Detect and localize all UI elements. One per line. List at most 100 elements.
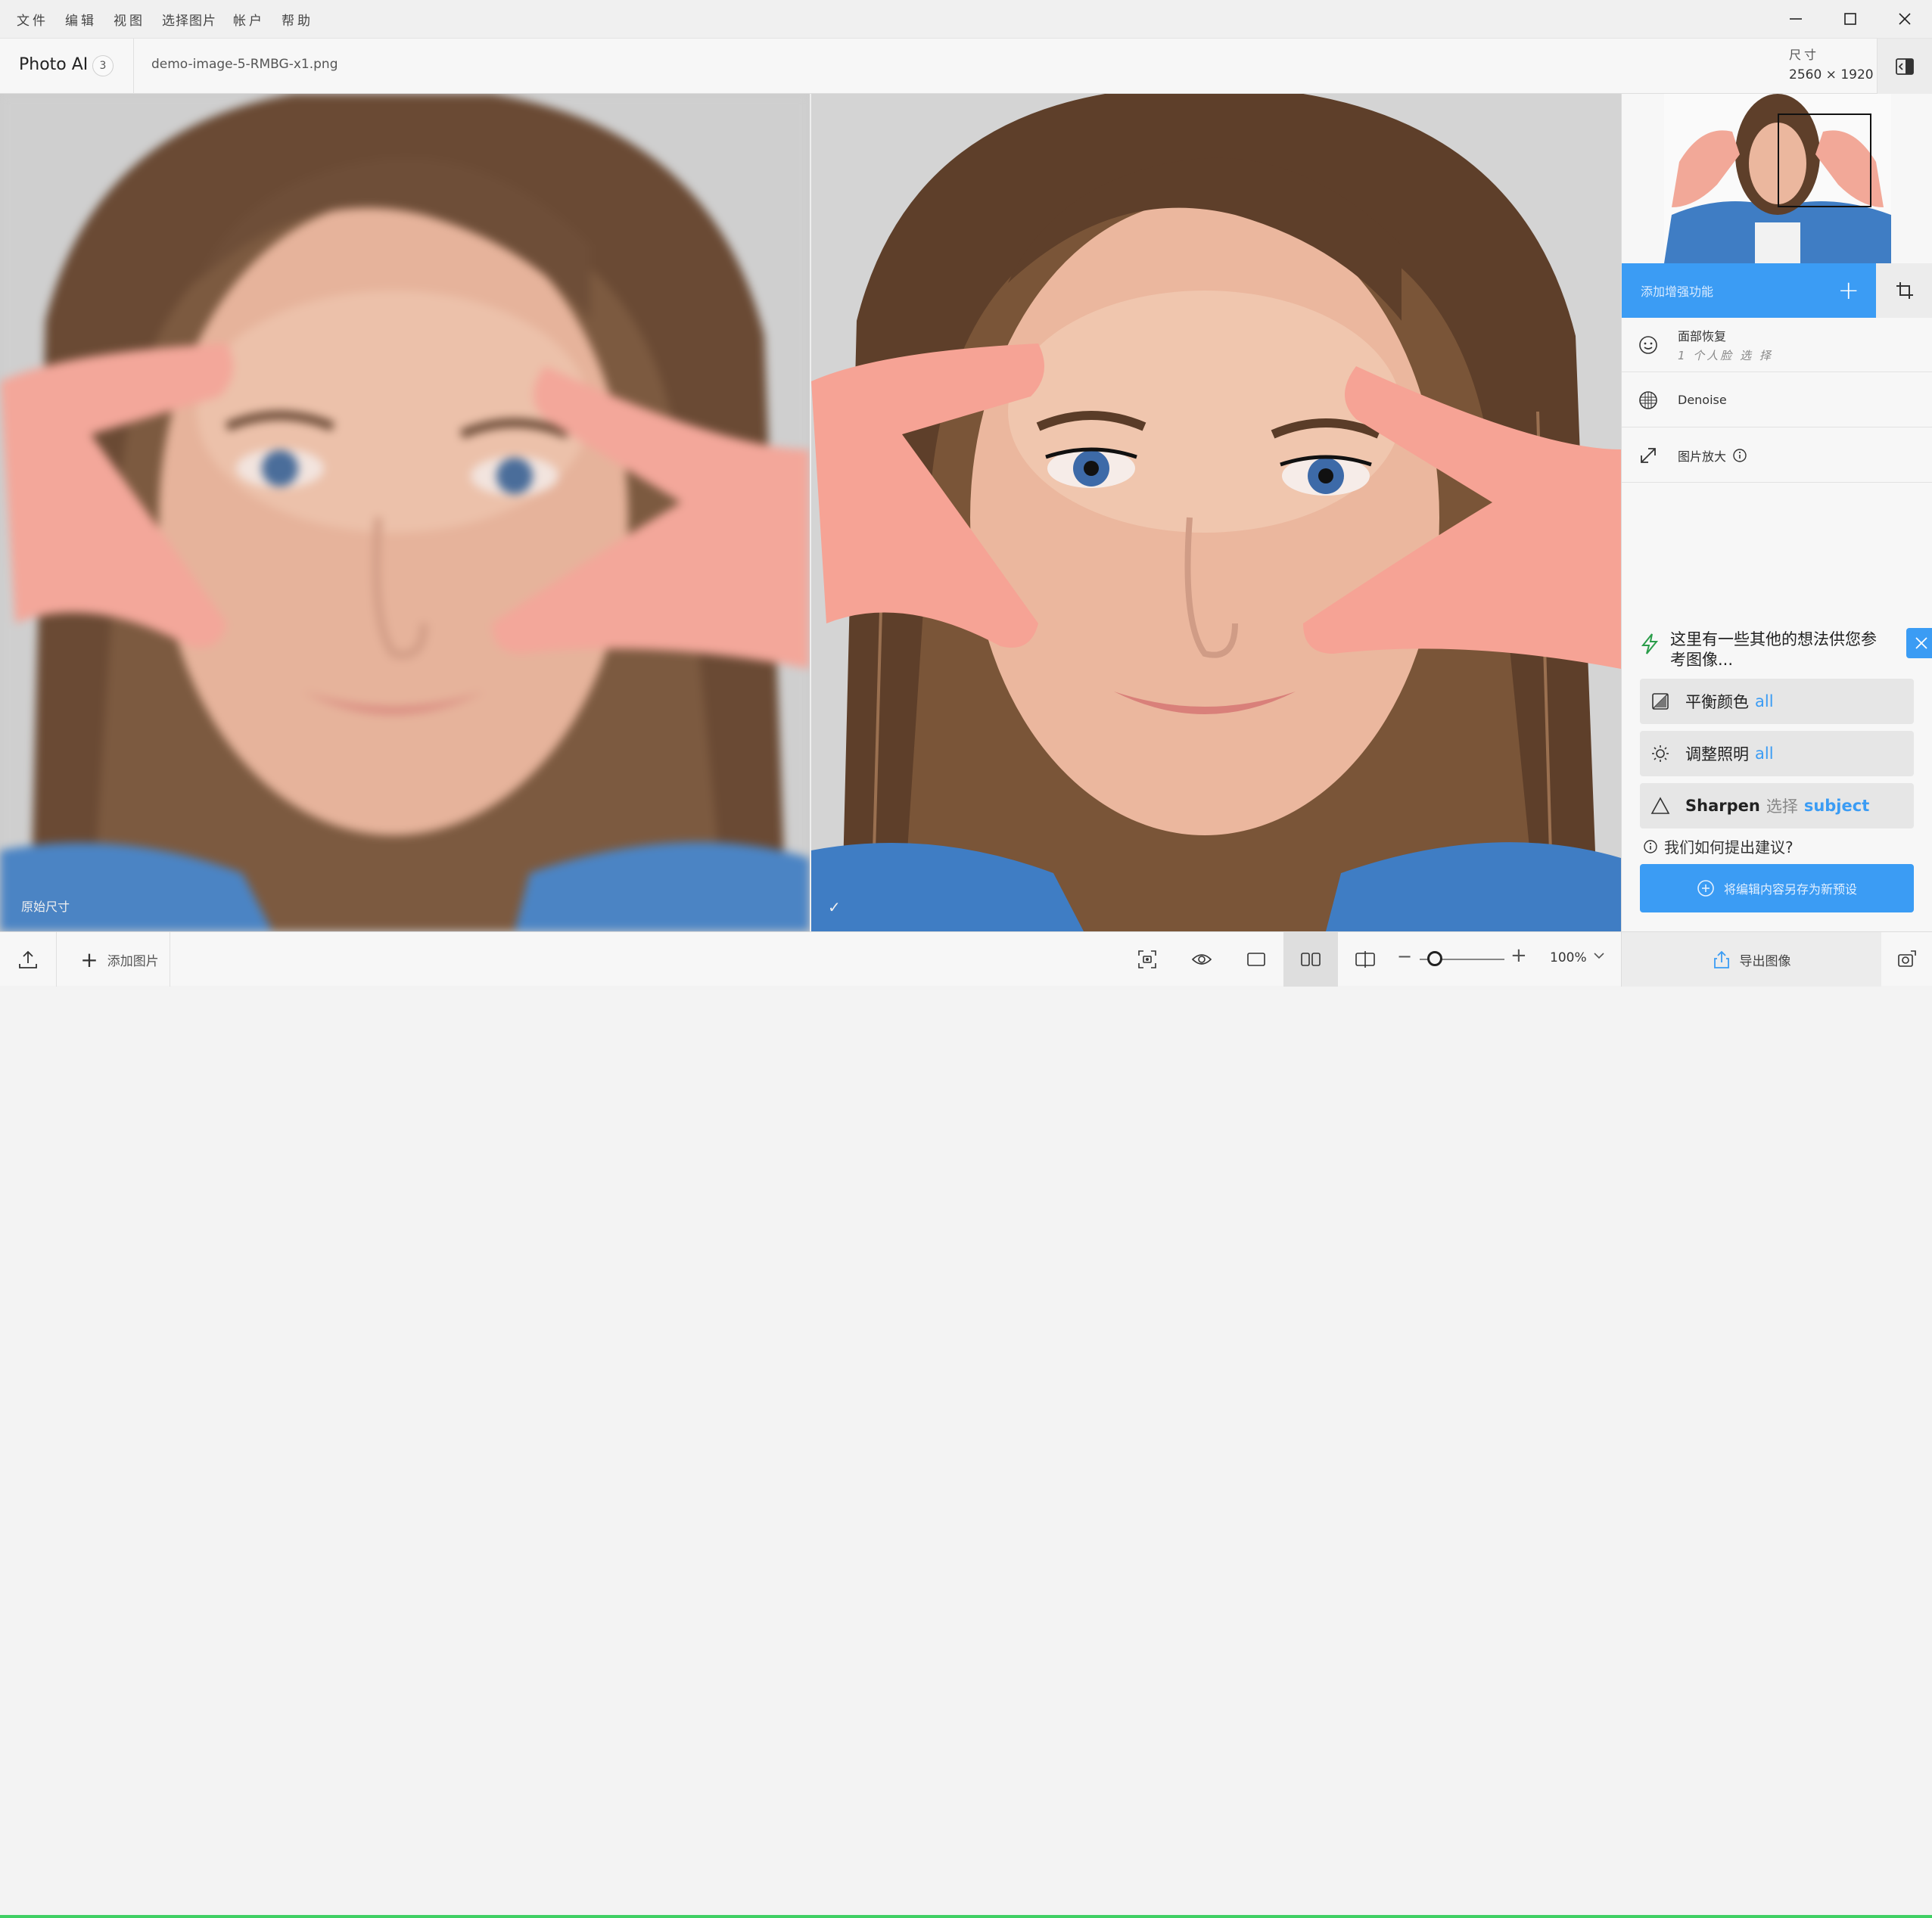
export-button[interactable]: 导出图像	[1621, 932, 1881, 987]
sharpen-icon	[1650, 796, 1670, 816]
size-value: 2560 × 1920	[1789, 67, 1874, 82]
feature-denoise[interactable]: Denoise	[1622, 373, 1932, 427]
image-viewer[interactable]: 原始尺寸 ✓	[0, 94, 1621, 931]
close-icon	[1899, 13, 1911, 25]
denoise-icon	[1637, 389, 1660, 412]
face-icon	[1637, 334, 1660, 356]
save-preset-label: 将编辑内容另存为新预设	[1723, 882, 1857, 897]
suggestion-select-text: 选择	[1766, 797, 1798, 816]
menu-edit[interactable]: 编辑	[65, 10, 97, 29]
add-enhancement-button[interactable]: 添加增强功能 +	[1622, 263, 1876, 318]
lighting-icon	[1650, 744, 1670, 763]
file-name: demo-image-5-RMBG-x1.png	[151, 57, 338, 72]
suggestion-adjust-lighting[interactable]: 调整照明 all	[1640, 731, 1914, 776]
minimize-button[interactable]	[1769, 0, 1823, 38]
toolbar-divider	[56, 932, 57, 987]
add-image-label: 添加图片	[107, 953, 159, 969]
plus-icon: +	[1837, 275, 1860, 306]
camera-settings-icon	[1897, 950, 1916, 967]
checkmark-icon: ✓	[828, 898, 841, 916]
ideas-title: 这里有一些其他的想法供您参考图像...	[1670, 630, 1877, 669]
zoom-out-icon[interactable]: −	[1397, 946, 1412, 967]
close-ideas-button[interactable]	[1906, 628, 1932, 658]
bottom-toolbar: + 添加图片 − + 100% 导出图像	[0, 931, 1932, 1918]
feature-title: 图片放大	[1678, 449, 1727, 464]
suggestion-scope: subject	[1803, 797, 1870, 815]
enhanced-image-pane[interactable]: ✓	[811, 94, 1621, 931]
export-label: 导出图像	[1739, 953, 1791, 969]
header-divider	[133, 39, 134, 95]
side-by-side-view-button[interactable]	[1283, 932, 1338, 987]
plus-circle-icon	[1697, 880, 1714, 897]
info-icon	[1644, 839, 1657, 853]
window-controls	[1769, 0, 1932, 38]
save-preset-button[interactable]: 将编辑内容另存为新预设	[1640, 864, 1914, 912]
feature-title: Denoise	[1678, 393, 1727, 407]
menu-file[interactable]: 文件	[17, 10, 48, 29]
suggestion-sharpen[interactable]: Sharpen 选择 subject	[1640, 783, 1914, 828]
menu-select-image[interactable]: 选择图片	[162, 10, 216, 29]
maximize-button[interactable]	[1823, 0, 1878, 38]
sidebar-toggle-icon	[1896, 58, 1914, 75]
screenshot-view-button[interactable]	[1120, 932, 1174, 987]
suggestion-label: 平衡颜色	[1685, 693, 1749, 711]
chevron-down-icon[interactable]	[1592, 949, 1606, 965]
enhancement-panel: 添加增强功能 + 面部恢复 1 个人脸 选 择 Denoise 图片放大 这里有…	[1621, 94, 1932, 931]
close-window-button[interactable]	[1878, 0, 1932, 38]
suggestion-label: Sharpen	[1685, 797, 1760, 815]
split-view-icon	[1301, 953, 1321, 966]
original-size-label: 原始尺寸	[21, 900, 70, 914]
window-bottom-edge	[0, 1915, 1932, 1918]
viewport-frame[interactable]	[1778, 113, 1871, 207]
navigator-thumbnail[interactable]	[1664, 94, 1891, 263]
menu-account[interactable]: 帐户	[233, 10, 265, 29]
feature-subtitle: 1 个人脸 选 择	[1678, 349, 1773, 362]
how-we-suggest-link[interactable]: 我们如何提出建议?	[1643, 835, 1794, 857]
preview-toggle-button[interactable]	[1174, 932, 1229, 987]
how-we-suggest-label: 我们如何提出建议?	[1664, 838, 1794, 856]
crop-icon	[1896, 282, 1913, 299]
feature-title: 面部恢复	[1678, 329, 1727, 343]
menu-view[interactable]: 视图	[114, 10, 145, 29]
export-settings-button[interactable]	[1881, 932, 1932, 987]
feature-upscale[interactable]: 图片放大	[1622, 428, 1932, 483]
focus-icon	[1138, 950, 1156, 968]
feature-face-recovery[interactable]: 面部恢复 1 个人脸 选 择	[1622, 318, 1932, 372]
single-view-button[interactable]	[1229, 932, 1283, 987]
menu-help[interactable]: 帮助	[282, 10, 313, 29]
original-photo	[0, 94, 810, 931]
app-name: Photo AI	[19, 55, 89, 74]
zoom-level[interactable]: 100%	[1550, 950, 1587, 965]
upscale-icon	[1637, 444, 1660, 467]
add-enhancement-label: 添加增强功能	[1641, 284, 1714, 299]
suggestion-label: 调整照明	[1685, 745, 1749, 763]
minimize-icon	[1790, 18, 1802, 20]
original-image-pane[interactable]: 原始尺寸	[0, 94, 810, 931]
size-label: 尺寸	[1789, 48, 1820, 62]
info-icon[interactable]	[1732, 448, 1747, 463]
single-view-icon	[1247, 953, 1265, 966]
suggestion-scope: all	[1755, 745, 1774, 763]
add-image-button[interactable]: + 添加图片	[73, 932, 166, 987]
suggestion-balance-color[interactable]: 平衡颜色 all	[1640, 679, 1914, 724]
balance-color-icon	[1650, 692, 1670, 711]
maximize-icon	[1844, 13, 1856, 25]
app-header: Photo AI 3 demo-image-5-RMBG-x1.png 尺寸 2…	[0, 38, 1932, 95]
suggestion-scope: all	[1755, 692, 1774, 710]
close-icon	[1915, 637, 1927, 649]
eye-icon	[1191, 954, 1212, 965]
compare-view-icon	[1355, 951, 1375, 968]
upload-icon	[19, 950, 37, 968]
upload-button[interactable]	[0, 932, 56, 987]
share-icon	[1713, 950, 1729, 968]
enhanced-photo	[811, 94, 1621, 931]
image-count-badge[interactable]: 3	[92, 55, 114, 76]
crop-button[interactable]	[1876, 263, 1932, 318]
compare-slider-view-button[interactable]	[1338, 932, 1392, 987]
plus-icon: +	[80, 947, 98, 972]
zoom-slider-handle[interactable]	[1427, 951, 1443, 966]
lightning-icon	[1641, 633, 1659, 654]
toggle-panel-button[interactable]	[1877, 39, 1932, 95]
zoom-in-icon[interactable]: +	[1510, 944, 1527, 967]
menu-bar: 文件 编辑 视图 选择图片 帐户 帮助	[0, 0, 1932, 38]
